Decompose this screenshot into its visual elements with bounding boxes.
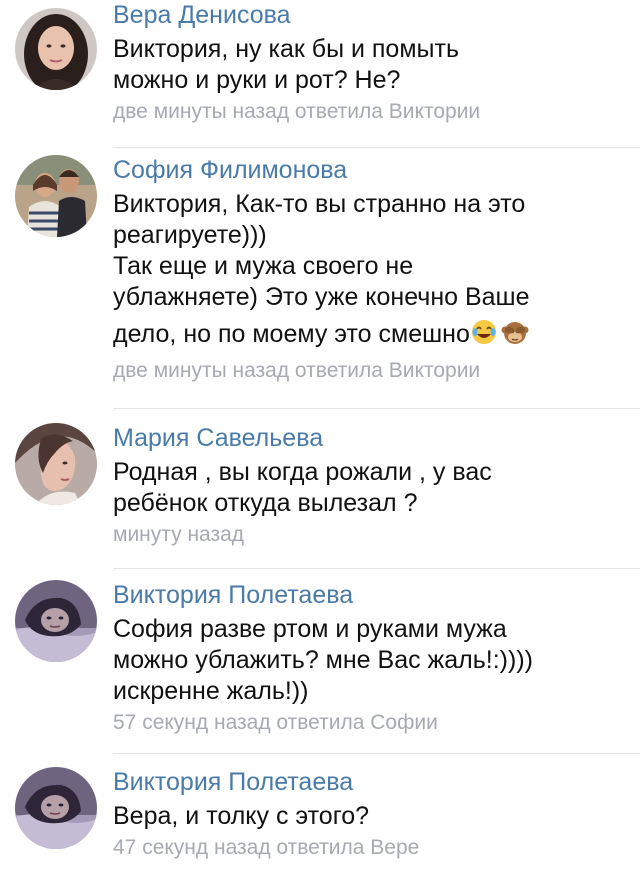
comment-meta[interactable]: две минуты назад ответила Виктории <box>113 357 630 385</box>
divider <box>113 753 640 754</box>
comment-text: Вера, и толку с этого? <box>113 801 630 832</box>
face-with-tears-of-joy-icon <box>470 318 498 346</box>
avatar[interactable] <box>15 8 97 90</box>
comment-meta[interactable]: две минуты назад ответила Виктории <box>113 98 630 126</box>
divider <box>113 408 640 409</box>
comment-author[interactable]: Виктория Полетаева <box>113 767 630 797</box>
divider <box>113 568 640 569</box>
comment-text: Виктория, ну как бы и помыть можно и рук… <box>113 34 630 96</box>
comment-author[interactable]: Вера Денисова <box>113 0 630 30</box>
comment-meta[interactable]: 47 секунд назад ответила Вере <box>113 834 630 862</box>
comment-item: София Филимонова Виктория, Как-то вы стр… <box>0 155 640 405</box>
avatar[interactable] <box>15 580 97 662</box>
comment-text-line: можно и руки и рот? Не? <box>113 66 401 94</box>
comment-item: Виктория Полетаева Вера, и толку с этого… <box>0 767 640 874</box>
comment-author[interactable]: София Филимонова <box>113 155 630 185</box>
woman-purple-tint-avatar <box>15 580 97 662</box>
woman-purple-tint-avatar <box>15 767 97 849</box>
see-no-evil-monkey-icon <box>501 318 529 346</box>
comment-text-fragment: дело, но по моему это смешно <box>113 320 470 348</box>
comment-author[interactable]: Виктория Полетаева <box>113 580 630 610</box>
comment-text: Родная , вы когда рожали , у вас ребёнок… <box>113 457 630 519</box>
comment-text-line: искренне жаль!)) <box>113 677 309 705</box>
woman-dark-hair-avatar <box>15 8 97 90</box>
comment-text-line: Родная , вы когда рожали , у вас <box>113 458 492 486</box>
comment-meta[interactable]: 57 секунд назад ответила Софии <box>113 709 630 737</box>
comment-text-line: ублажняете) Это уже конечно Ваше <box>113 283 530 311</box>
avatar[interactable] <box>15 423 97 505</box>
divider <box>113 147 640 148</box>
comment-text-line: ребёнок откуда вылезал ? <box>113 489 418 517</box>
comment-text-line-with-emoji: дело, но по моему это смешно <box>113 313 630 355</box>
comment-text-line: София разве ртом и руками мужа <box>113 615 507 643</box>
avatar[interactable] <box>15 155 97 237</box>
comment-item: Мария Савельева Родная , вы когда рожали… <box>0 423 640 568</box>
comment-text-line: можно ублажить? мне Вас жаль!:)))) <box>113 646 533 674</box>
comment-author[interactable]: Мария Савельева <box>113 423 630 453</box>
comment-text-line: Виктория, ну как бы и помыть <box>113 35 459 63</box>
comment-text-line: Виктория, Как-то вы странно на это <box>113 190 526 218</box>
comment-text-line: Вера, и толку с этого? <box>113 802 370 830</box>
woman-side-profile-avatar <box>15 423 97 505</box>
comment-item: Вера Денисова Виктория, ну как бы и помы… <box>0 0 640 150</box>
comment-item: Виктория Полетаева София разве ртом и ру… <box>0 580 640 750</box>
comment-text: София разве ртом и руками мужа можно убл… <box>113 614 630 707</box>
comment-meta[interactable]: минуту назад <box>113 521 630 549</box>
comment-text: Виктория, Как-то вы странно на это реаги… <box>113 189 630 355</box>
comment-text-line: Так еще и мужа своего не <box>113 252 414 280</box>
couple-photo-avatar <box>15 155 97 237</box>
comment-text-line: реагируете))) <box>113 221 267 249</box>
avatar[interactable] <box>15 767 97 849</box>
